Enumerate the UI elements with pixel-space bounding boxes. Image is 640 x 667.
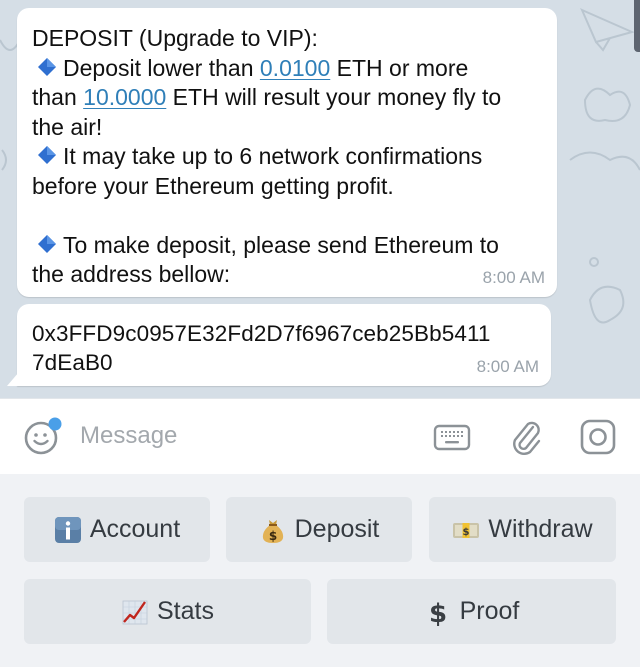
min-deposit-link[interactable]: 0.0100 [260, 55, 330, 81]
message-timestamp: 8:00 AM [482, 267, 545, 287]
attach-button[interactable] [506, 417, 546, 457]
withdraw-button[interactable]: $ Withdraw [429, 497, 616, 562]
message-input[interactable] [80, 415, 410, 457]
camera-icon [580, 419, 616, 455]
keyboard-toggle-button[interactable] [432, 417, 472, 457]
message-line: than 10.0000 ETH will result your money … [32, 83, 541, 113]
account-label: Account [89, 515, 181, 543]
chat-area: DEPOSIT (Upgrade to VIP): Deposit lower … [0, 0, 640, 398]
withdraw-label: Withdraw [488, 515, 593, 543]
blue-diamond-icon [38, 146, 56, 164]
svg-text:$: $ [429, 599, 447, 626]
proof-label: Proof [459, 597, 520, 625]
message-bubble-deposit-info: DEPOSIT (Upgrade to VIP): Deposit lower … [17, 8, 557, 297]
chat-scrollbar[interactable] [634, 0, 640, 52]
blue-diamond-icon [38, 234, 56, 253]
eth-address-line: 7dEaB0 [32, 350, 113, 375]
dollar-sign-icon: $ [429, 599, 447, 626]
message-line: To make deposit, please send Ethereum to [32, 231, 541, 261]
paperclip-icon [513, 421, 541, 455]
message-line: before your Ethereum getting profit. [32, 172, 394, 199]
message-text: ETH or more [330, 54, 469, 81]
emoji-button[interactable] [22, 417, 62, 457]
message-text: To make deposit, please send Ethereum to [63, 231, 499, 258]
banknote-icon: $ [453, 522, 480, 538]
deposit-button[interactable]: $ Deposit [226, 497, 412, 562]
message-line: the air! [32, 113, 103, 140]
stats-button[interactable]: Stats [24, 579, 311, 644]
notification-dot [48, 417, 62, 431]
message-text: Deposit lower than [63, 54, 260, 81]
account-button[interactable]: Account [24, 497, 210, 562]
proof-button[interactable]: $ Proof [327, 579, 616, 644]
money-bag-icon: $ [262, 519, 283, 543]
information-icon [54, 516, 81, 543]
stats-label: Stats [157, 597, 214, 625]
bot-reply-keyboard: Account $ Deposit $ Withdraw Stats $ Pro… [0, 474, 640, 667]
message-text: It may take up to 6 network confirmation… [63, 143, 483, 169]
message-text: than [32, 84, 84, 110]
message-title: DEPOSIT (Upgrade to VIP): [32, 25, 318, 51]
svg-text:$: $ [463, 527, 470, 538]
max-deposit-link[interactable]: 10.0000 [83, 84, 166, 110]
deposit-label: Deposit [294, 515, 380, 543]
message-composer [0, 398, 640, 474]
message-line: the address bellow: [32, 261, 231, 287]
keyboard-icon [433, 424, 471, 451]
camera-button[interactable] [578, 417, 618, 457]
message-line: It may take up to 6 network confirmation… [32, 142, 541, 172]
chart-increasing-icon [122, 600, 148, 624]
eth-address-line: 0x3FFD9c0957E32Fd2D7f6967ceb25Bb5411 [32, 321, 491, 346]
message-line: Deposit lower than 0.0100 ETH or more [32, 54, 541, 84]
svg-text:$: $ [268, 529, 276, 543]
smiley-icon [24, 417, 62, 455]
message-bubble-address: 0x3FFD9c0957E32Fd2D7f6967ceb25Bb5411 7dE… [7, 304, 551, 386]
message-text: ETH will result your money fly to [166, 84, 502, 110]
blue-diamond-icon [38, 57, 56, 76]
message-timestamp: 8:00 AM [476, 356, 539, 376]
